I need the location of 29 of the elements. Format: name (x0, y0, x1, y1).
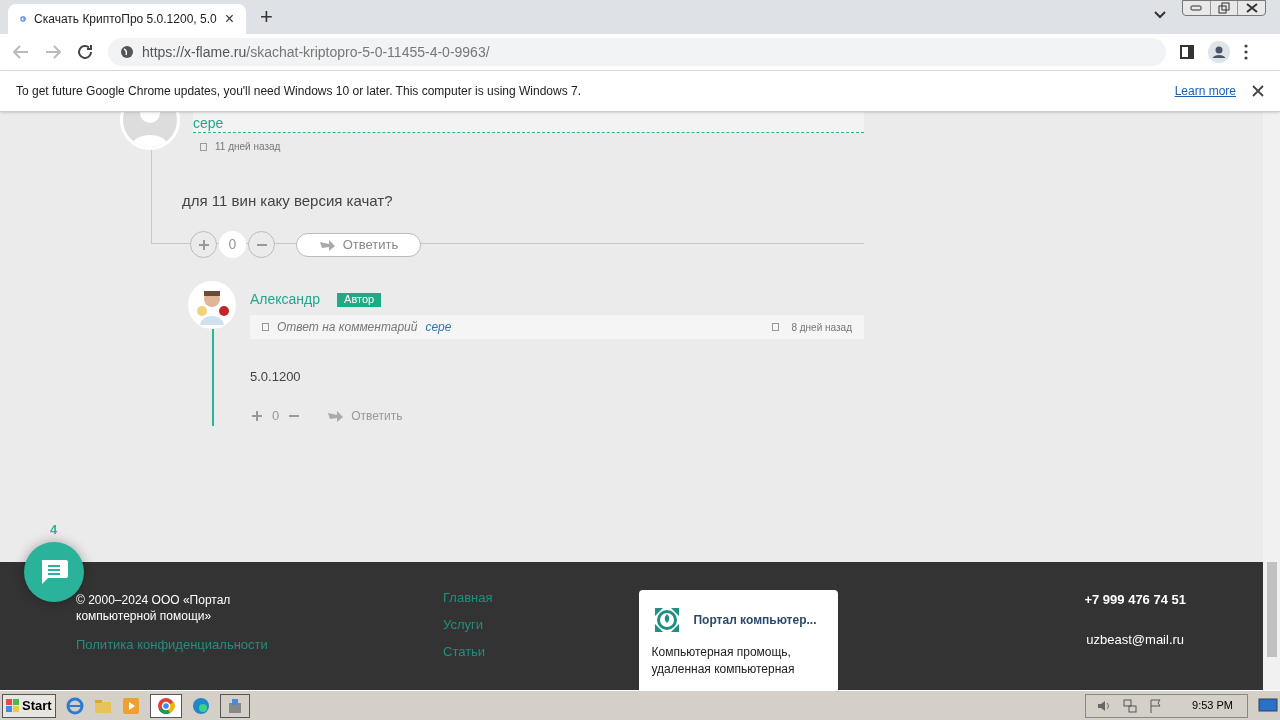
author-badge: Автор (337, 292, 382, 307)
reply-to-link[interactable]: сере (425, 318, 452, 336)
reply-date: 8 дней назад (791, 320, 852, 335)
phone-number: +7 999 476 74 51 (1084, 591, 1186, 609)
copyright-text: © 2000–2024 ООО «Портал компьютерной помощи» (76, 592, 232, 624)
start-button[interactable]: Start (2, 693, 56, 718)
reply-text: 5.0.1200 (250, 368, 301, 386)
new-tab-button[interactable]: + (260, 6, 273, 28)
browser-tab[interactable]: Скачать КриптоПро 5.0.1200, 5.0 × (8, 4, 246, 34)
vote-count: 0 (219, 231, 246, 258)
comment-text: для 11 вин каку версия качат? (182, 191, 393, 211)
reply-to-label: Ответ на комментарий (277, 319, 418, 336)
tab-title: Скачать КриптоПро 5.0.1200, 5.0 (34, 11, 217, 28)
address-bar[interactable]: https://x-flame.ru/skachat-kriptopro-5-0-11455-4-0-9963/ (108, 38, 1166, 66)
reply-author: Александр (250, 290, 321, 309)
email-text: uzbeast@mail.ru (1086, 630, 1185, 649)
comment-author: сере (193, 116, 224, 130)
close-tab-button[interactable]: × (224, 11, 234, 27)
vote-count: 0 (272, 407, 280, 425)
clock-text: 9:53 PM (1192, 698, 1233, 714)
infobar-message: To get future Google Chrome updates, you'll need Windows 10 or later. This computer is using Windows 7. (16, 83, 583, 100)
comment-date: 11 дней назад (215, 140, 281, 154)
page-card[interactable]: Портал компьютер... Компьютерная промощь, удаленная компьютерная (639, 590, 839, 690)
card-title: Портал компьютер... (693, 612, 817, 629)
learn-more-link[interactable]: Learn more (1174, 82, 1236, 100)
chat-count: 4 (50, 521, 58, 539)
reply-button[interactable]: Ответить (296, 232, 421, 257)
card-description: Компьютерная промощь, удаленная компьютерная (651, 644, 796, 678)
url-text: https://x-flame.ru/skachat-kriptopro-5-0-11455-4-0-9963/ (142, 42, 490, 62)
